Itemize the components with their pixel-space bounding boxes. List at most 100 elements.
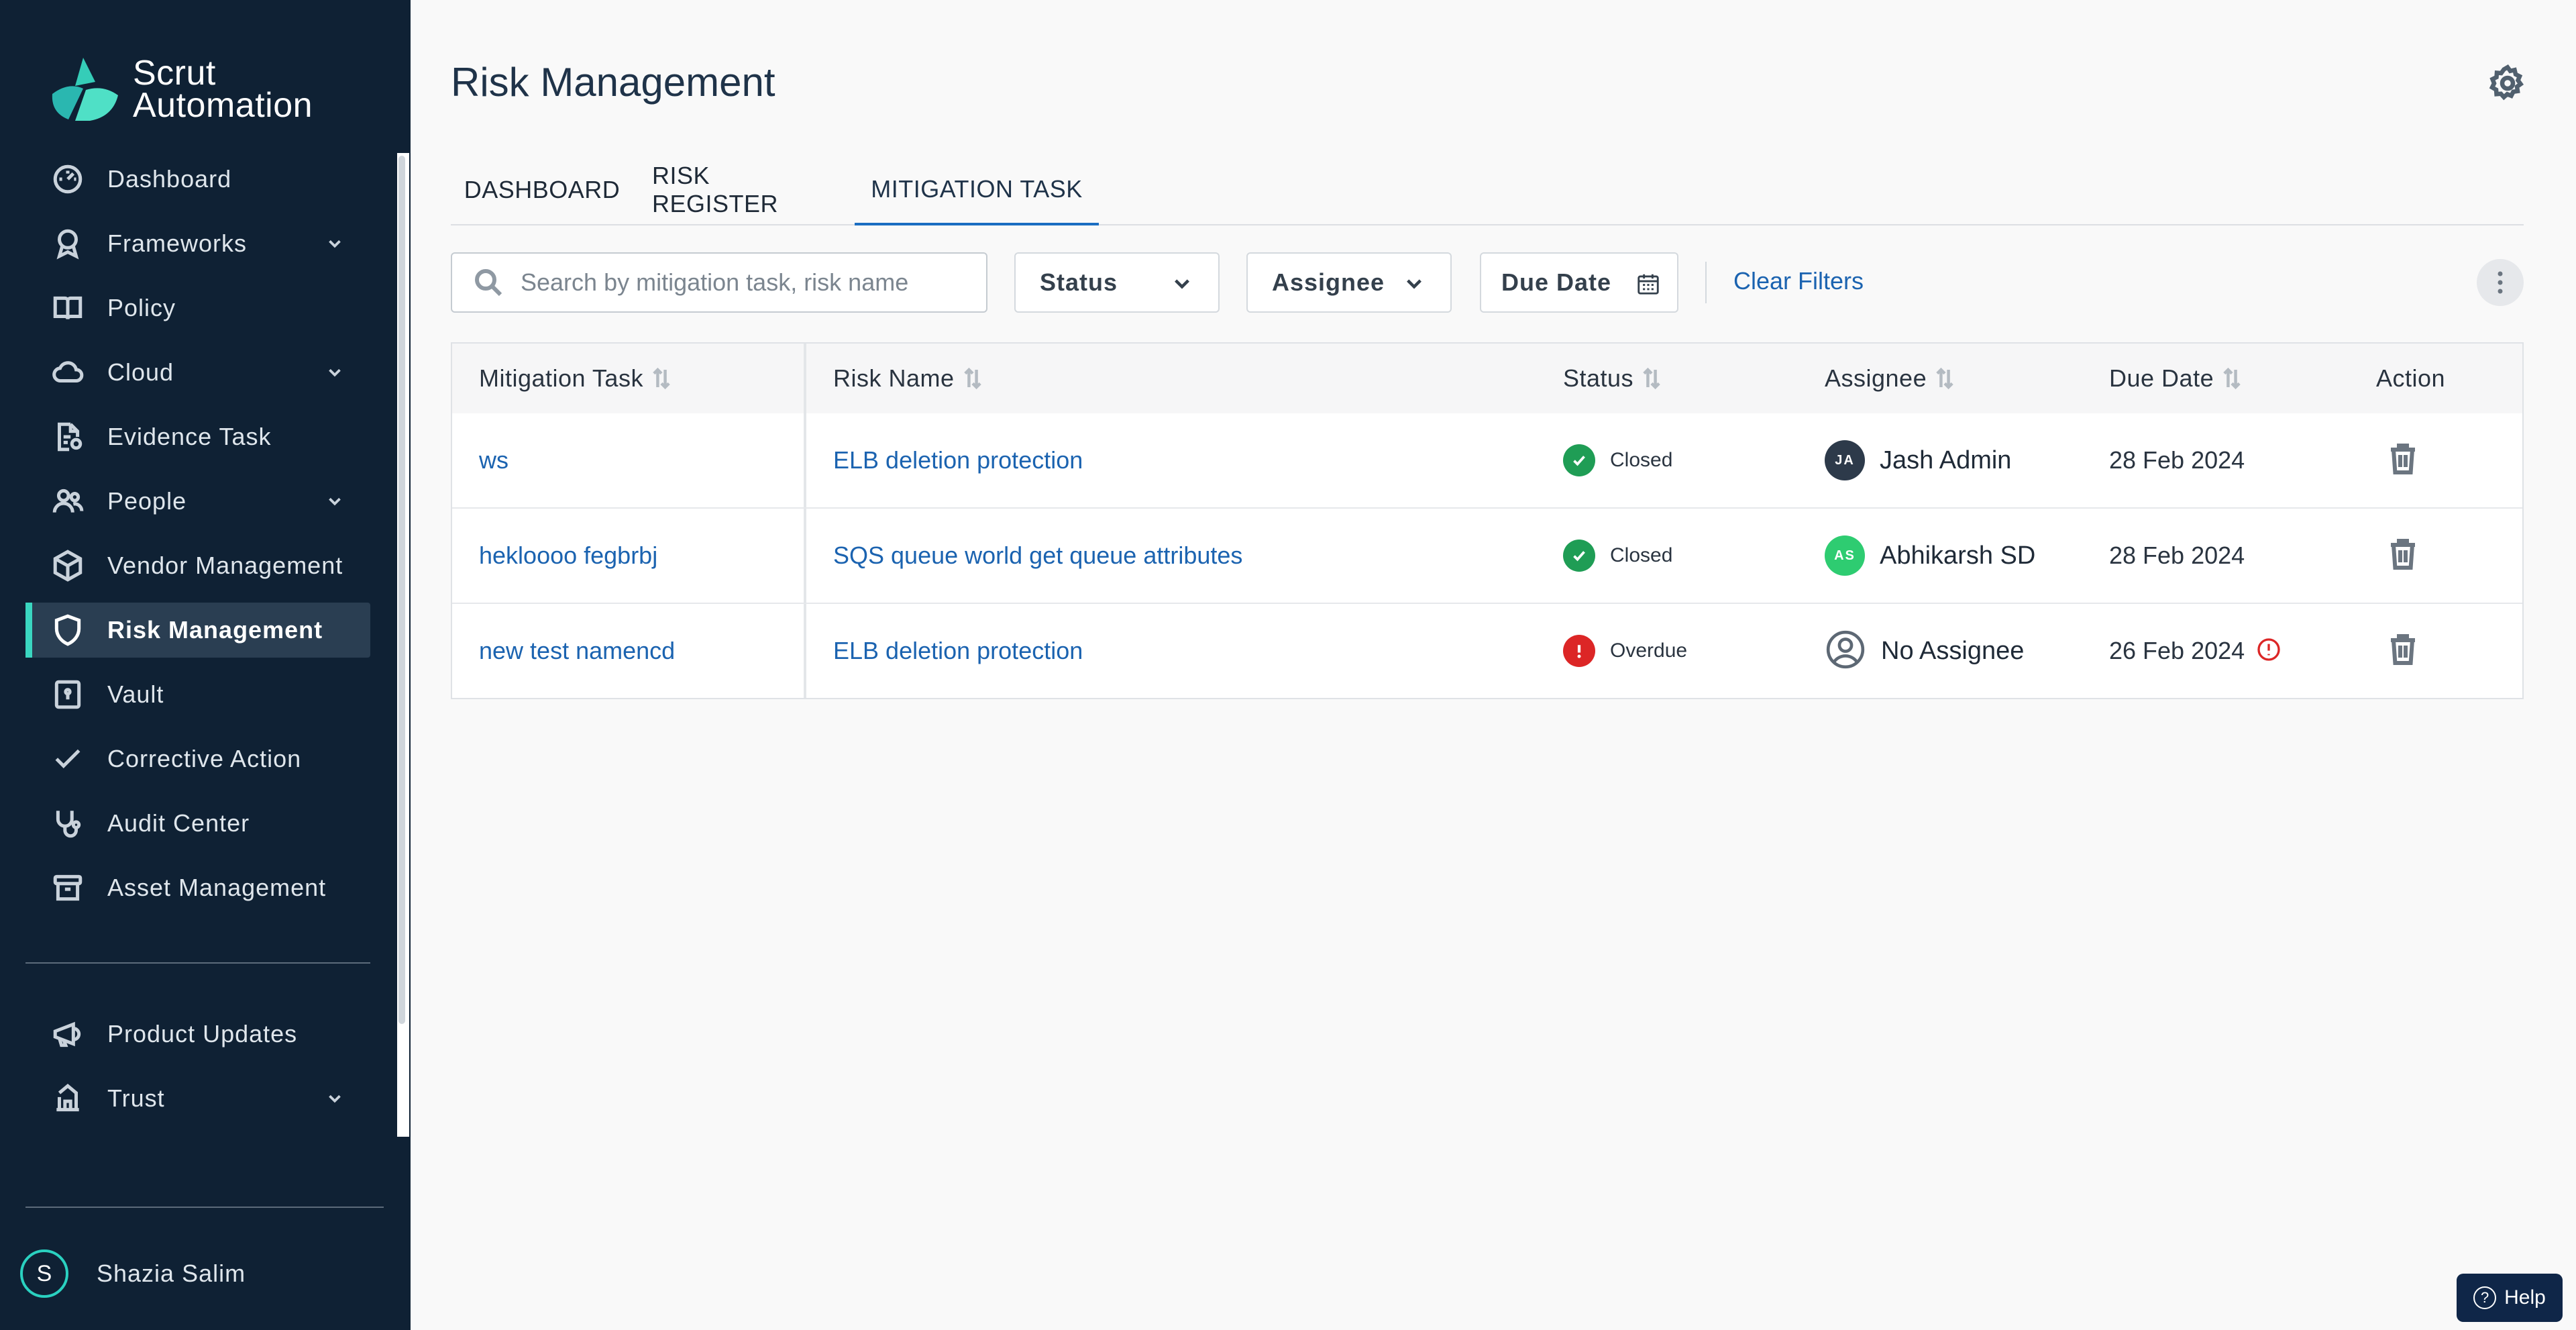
tab-mitigation-task[interactable]: MITIGATION TASK [855, 156, 1099, 225]
assignee-name: Abhikarsh SD [1880, 541, 2036, 570]
sidebar-divider [25, 962, 370, 964]
column-header-mitigation-task[interactable]: Mitigation Task [479, 344, 670, 413]
action-cell [2387, 413, 2419, 507]
search-input[interactable] [519, 268, 978, 297]
chevron-down-icon[interactable] [325, 234, 345, 254]
sidebar-item-trust[interactable]: Trust [25, 1071, 370, 1126]
search-box[interactable] [451, 252, 987, 313]
sidebar-item-evidence-task[interactable]: Evidence Task [25, 409, 370, 464]
due-date-cell: 28 Feb 2024 [2109, 509, 2245, 603]
mitigation-task-table: Mitigation Task Risk Name Status Assigne… [451, 342, 2524, 699]
people-icon [50, 483, 86, 519]
tab-risk-register[interactable]: RISK REGISTER [652, 156, 830, 224]
risk-name-link[interactable]: ELB deletion protection [833, 446, 1083, 474]
brand-name: Scrut Automation [133, 56, 313, 123]
cloud-icon [50, 354, 86, 391]
user-profile[interactable]: S Shazia Salim [20, 1249, 246, 1298]
mitigation-task-cell: new test namencd [479, 604, 675, 698]
scrut-logo-icon [52, 58, 118, 121]
tab-dashboard[interactable]: DASHBOARD [451, 156, 633, 224]
sidebar-item-people[interactable]: People [25, 474, 370, 529]
sort-icon[interactable] [1936, 367, 1953, 390]
status-text: Overdue [1610, 640, 1688, 662]
alert-circle-icon [1563, 635, 1595, 667]
filter-divider [1705, 262, 1707, 303]
check-circle-icon [1563, 444, 1595, 476]
sidebar-item-product-updates[interactable]: Product Updates [25, 1007, 370, 1062]
due-date-text: 26 Feb 2024 [2109, 637, 2245, 664]
mitigation-task-link[interactable]: new test namencd [479, 637, 675, 665]
assignee-cell[interactable]: AS Abhikarsh SD [1825, 509, 2035, 603]
column-resize-handle[interactable] [804, 344, 806, 413]
column-header-risk-name[interactable]: Risk Name [833, 344, 981, 413]
risk-name-cell: SQS queue world get queue attributes [833, 509, 1242, 603]
sidebar-item-audit-center[interactable]: Audit Center [25, 796, 370, 851]
chevron-down-icon[interactable] [325, 362, 345, 382]
sort-icon[interactable] [963, 367, 981, 390]
sort-icon[interactable] [1643, 367, 1660, 390]
help-button[interactable]: ? Help [2457, 1274, 2563, 1322]
sidebar-scrollbar-thumb[interactable] [398, 156, 405, 1024]
sidebar-item-label: Trust [107, 1084, 165, 1112]
trash-icon[interactable] [2387, 442, 2419, 480]
sidebar-item-label: Product Updates [107, 1020, 298, 1047]
sidebar-item-asset-management[interactable]: Asset Management [25, 860, 370, 915]
sidebar-item-label: Vendor Management [107, 552, 343, 579]
due-date-cell: 26 Feb 2024 [2109, 604, 2282, 698]
sidebar-item-risk-management[interactable]: Risk Management [25, 603, 370, 658]
book-icon [50, 290, 86, 326]
user-circle-icon [1825, 629, 1866, 674]
stethoscope-icon [50, 805, 86, 841]
mitigation-task-link[interactable]: hekloooo fegbrbj [479, 542, 657, 570]
status-cell: Closed [1563, 509, 1672, 603]
clear-filters-button[interactable]: Clear Filters [1733, 267, 1864, 295]
table-row[interactable]: new test namencd ELB deletion protection O… [452, 604, 2522, 698]
table-header: Mitigation Task Risk Name Status Assigne… [452, 344, 2522, 415]
sort-icon[interactable] [2223, 367, 2241, 390]
assignee-cell[interactable]: No Assignee [1825, 604, 2024, 698]
column-separator [804, 413, 806, 507]
avatar: AS [1825, 535, 1865, 576]
mitigation-task-link[interactable]: ws [479, 446, 508, 474]
risk-name-link[interactable]: ELB deletion protection [833, 637, 1083, 665]
sidebar-item-cloud[interactable]: Cloud [25, 345, 370, 400]
column-header-action: Action [2376, 344, 2445, 413]
table-row[interactable]: hekloooo fegbrbj SQS queue world get queu… [452, 509, 2522, 604]
mitigation-task-cell: ws [479, 413, 508, 507]
due-date-text: 28 Feb 2024 [2109, 542, 2245, 569]
user-name: Shazia Salim [97, 1260, 246, 1287]
status-filter-dropdown[interactable]: Status [1014, 252, 1220, 313]
risk-name-link[interactable]: SQS queue world get queue attributes [833, 542, 1242, 570]
trash-icon[interactable] [2387, 632, 2419, 670]
table-row[interactable]: ws ELB deletion protection Closed JA Jash Ad… [452, 413, 2522, 509]
sidebar-item-frameworks[interactable]: Frameworks [25, 216, 370, 271]
due-date-filter[interactable]: Due Date [1480, 252, 1678, 313]
column-header-status[interactable]: Status [1563, 344, 1660, 413]
more-options-icon[interactable] [2477, 259, 2524, 306]
brand-logo[interactable]: Scrut Automation [48, 55, 313, 123]
status-filter-label: Status [1040, 268, 1118, 296]
help-label: Help [2504, 1286, 2546, 1309]
sidebar-item-dashboard[interactable]: Dashboard [25, 152, 370, 207]
tab-bar: DASHBOARD RISK REGISTER MITIGATION TASK [451, 156, 2524, 225]
assignee-filter-dropdown[interactable]: Assignee [1246, 252, 1452, 313]
sort-icon[interactable] [653, 367, 670, 390]
assignee-cell[interactable]: JA Jash Admin [1825, 413, 2011, 507]
sidebar-item-corrective-action[interactable]: Corrective Action [25, 731, 370, 786]
sidebar-item-vault[interactable]: Vault [25, 667, 370, 722]
chevron-down-icon[interactable] [325, 491, 345, 511]
trash-icon[interactable] [2387, 537, 2419, 575]
sidebar-nav: Dashboard Frameworks Policy Cloud Evidence T… [25, 152, 370, 925]
column-header-assignee[interactable]: Assignee [1825, 344, 1953, 413]
status-cell: Closed [1563, 413, 1672, 507]
evidence-icon [50, 419, 86, 455]
chevron-down-icon[interactable] [325, 1088, 345, 1109]
column-header-due-date[interactable]: Due Date [2109, 344, 2241, 413]
badge-icon [50, 225, 86, 262]
gear-icon[interactable] [2487, 63, 2528, 103]
sidebar-item-label: Cloud [107, 358, 174, 386]
sidebar-item-policy[interactable]: Policy [25, 280, 370, 336]
sidebar-item-label: Vault [107, 680, 164, 708]
check-icon [50, 741, 86, 777]
sidebar-item-vendor-management[interactable]: Vendor Management [25, 538, 370, 593]
